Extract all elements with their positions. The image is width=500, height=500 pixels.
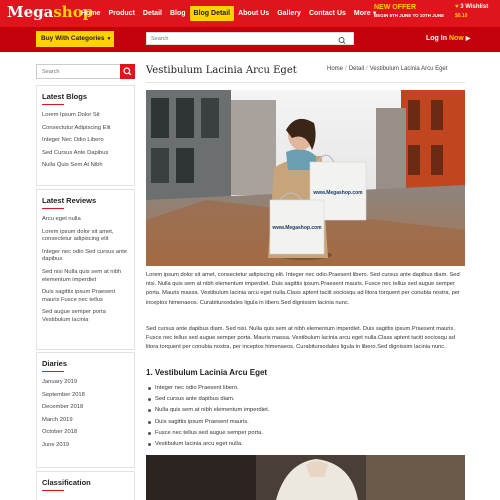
diary-item[interactable]: December 2018 xyxy=(42,404,129,412)
nav-home[interactable]: Home xyxy=(77,6,104,21)
latest-blog-item[interactable]: Nulla Quis Sem At Nibh xyxy=(42,162,129,170)
escalator-photo xyxy=(146,455,465,500)
breadcrumb-separator: / xyxy=(345,66,347,72)
search-icon xyxy=(338,37,346,44)
categories-dropdown[interactable]: Buy With Categories ▼ xyxy=(36,31,114,47)
latest-review-item[interactable]: Sed augue semper porta Vestibulum lacini… xyxy=(42,309,129,324)
nav-gallery[interactable]: Gallery xyxy=(273,6,305,21)
diary-item[interactable]: October 2018 xyxy=(42,429,129,437)
latest-reviews-title: Latest Reviews xyxy=(42,196,129,209)
diaries-title: Diaries xyxy=(42,359,129,372)
heart-icon: ♥ xyxy=(455,4,459,10)
title-divider xyxy=(146,82,465,83)
blog-hero-image: www.Megashop.com www.Megashop.com xyxy=(146,90,465,266)
wishlist-label: 3 Wishlist xyxy=(460,4,489,10)
bullet-item: Fusce nec tellus sed augue semper porta. xyxy=(146,428,269,439)
latest-reviews-list: Arcu eget nulla Lorem ipsum dolor sit am… xyxy=(42,216,129,325)
latest-review-item[interactable]: Sed nisi Nulla quis sem at nibh elementu… xyxy=(42,269,129,284)
main-nav: Home Product Detail Blog Blog Detail Abo… xyxy=(77,0,382,27)
categories-label: Buy With Categories xyxy=(41,35,105,42)
latest-review-item[interactable]: Integer nec odio Sed cursus ante dapibus xyxy=(42,249,129,264)
wishlist-price: $0.10 xyxy=(455,13,468,19)
latest-review-item[interactable]: Lorem ipsum dolor sit amet, consectetur … xyxy=(42,229,129,244)
diary-item[interactable]: January 2019 xyxy=(42,379,129,387)
breadcrumb-separator: / xyxy=(366,66,368,72)
nav-about-us[interactable]: About Us xyxy=(234,6,273,21)
page-title: Vestibulum Lacinia Arcu Eget xyxy=(146,65,297,76)
bullet-item: Sed cursus ante dapibus diam. xyxy=(146,394,269,405)
nav-more-label: More xyxy=(353,10,371,17)
search-icon xyxy=(123,67,132,76)
latest-blog-item[interactable]: Consectutur Adipiscing Elit xyxy=(42,125,129,133)
offer-subtitle: BEGIN 5TH JUNE TO 10TH JUNE xyxy=(374,13,445,18)
latest-blogs-title: Latest Blogs xyxy=(42,92,129,105)
article-paragraph-1: Lorem ipsum dolor sit amet, consectetur … xyxy=(146,272,460,306)
sidebar-search-input[interactable] xyxy=(37,65,119,78)
section-heading: 1. Vestibulum Lacinia Arcu Eget xyxy=(146,368,268,377)
header-search xyxy=(146,32,354,45)
bullet-item: Nulla quis sem at nibh elementum imperdi… xyxy=(146,405,269,416)
breadcrumb: Home / Detail / Vestibulum Lacinia Arcu Eget xyxy=(327,66,447,72)
blog-second-image xyxy=(146,455,465,500)
login-link[interactable]: Log In Now ▶ xyxy=(426,35,470,42)
sidebar-search-button[interactable] xyxy=(120,64,135,79)
breadcrumb-current: Vestibulum Lacinia Arcu Eget xyxy=(369,66,448,72)
diaries-list: January 2019 September 2018 December 201… xyxy=(42,379,129,450)
login-label: Log In xyxy=(426,35,447,42)
latest-blog-item[interactable]: Sed Cursus Ante Dapibus xyxy=(42,150,129,158)
latest-review-item[interactable]: Duis sagittis ipsum Praesent mauris Fusc… xyxy=(42,289,129,304)
breadcrumb-home[interactable]: Home xyxy=(327,66,343,72)
bullet-item: Vestibulum lacinia arcu eget nulla. xyxy=(146,439,269,450)
sidebar-search xyxy=(36,64,135,79)
diary-item[interactable]: September 2018 xyxy=(42,392,129,400)
nav-contact-us[interactable]: Contact Us xyxy=(305,6,350,21)
diary-item[interactable]: June 2019 xyxy=(42,442,129,450)
shopping-woman-photo: www.Megashop.com www.Megashop.com xyxy=(146,90,465,266)
latest-blogs-list: Lorem Ipsum Dolor Sit Consectutur Adipis… xyxy=(42,112,129,170)
classification-title: Classification xyxy=(42,478,129,491)
bullet-item: Integer nec odio Praesent libero. xyxy=(146,383,269,394)
breadcrumb-detail[interactable]: Detail xyxy=(349,66,364,72)
login-now: Now xyxy=(448,35,464,42)
latest-reviews-widget: Latest Reviews Arcu eget nulla Lorem ips… xyxy=(36,189,135,350)
nav-product[interactable]: Product xyxy=(104,6,138,21)
top-header: Megashop Home Product Detail Blog Blog D… xyxy=(0,0,500,27)
chevron-down-icon: ▼ xyxy=(106,36,112,42)
latest-blog-item[interactable]: Integer Nec Odio Libero xyxy=(42,137,129,145)
bullet-item: Duis sagittis ipsum Praesent mauris. xyxy=(146,417,269,428)
latest-blog-item[interactable]: Lorem Ipsum Dolor Sit xyxy=(42,112,129,120)
wishlist-link[interactable]: ♥ 3 Wishlist $0.10 xyxy=(455,4,488,19)
bullet-list: Integer nec odio Praesent libero. Sed cu… xyxy=(146,383,269,450)
chevron-right-icon: ▶ xyxy=(465,36,471,42)
latest-review-item[interactable]: Arcu eget nulla xyxy=(42,216,129,224)
diaries-widget: Diaries January 2019 September 2018 Dece… xyxy=(36,352,135,468)
header-search-button[interactable] xyxy=(331,33,353,44)
nav-blog-detail[interactable]: Blog Detail xyxy=(189,6,235,21)
diary-item[interactable]: March 2019 xyxy=(42,417,129,425)
classification-widget: Classification xyxy=(36,471,135,500)
sub-header: Buy With Categories▼ Log In Now ▶ xyxy=(0,27,500,52)
bag-logo-text: www.Megashop.com xyxy=(271,225,322,231)
nav-detail[interactable]: Detail xyxy=(139,6,166,21)
offer-title: NEW OFFER xyxy=(374,4,416,11)
nav-blog[interactable]: Blog xyxy=(166,6,190,21)
header-search-input[interactable] xyxy=(147,33,327,44)
bag-logo-text: www.Megashop.com xyxy=(312,190,363,196)
article-paragraph-2: Sed cursus ante dapibus diam. Sed nisi. … xyxy=(146,326,455,351)
new-offer-banner[interactable]: NEW OFFER BEGIN 5TH JUNE TO 10TH JUNE xyxy=(374,4,444,18)
latest-blogs-widget: Latest Blogs Lorem Ipsum Dolor Sit Conse… xyxy=(36,85,135,186)
